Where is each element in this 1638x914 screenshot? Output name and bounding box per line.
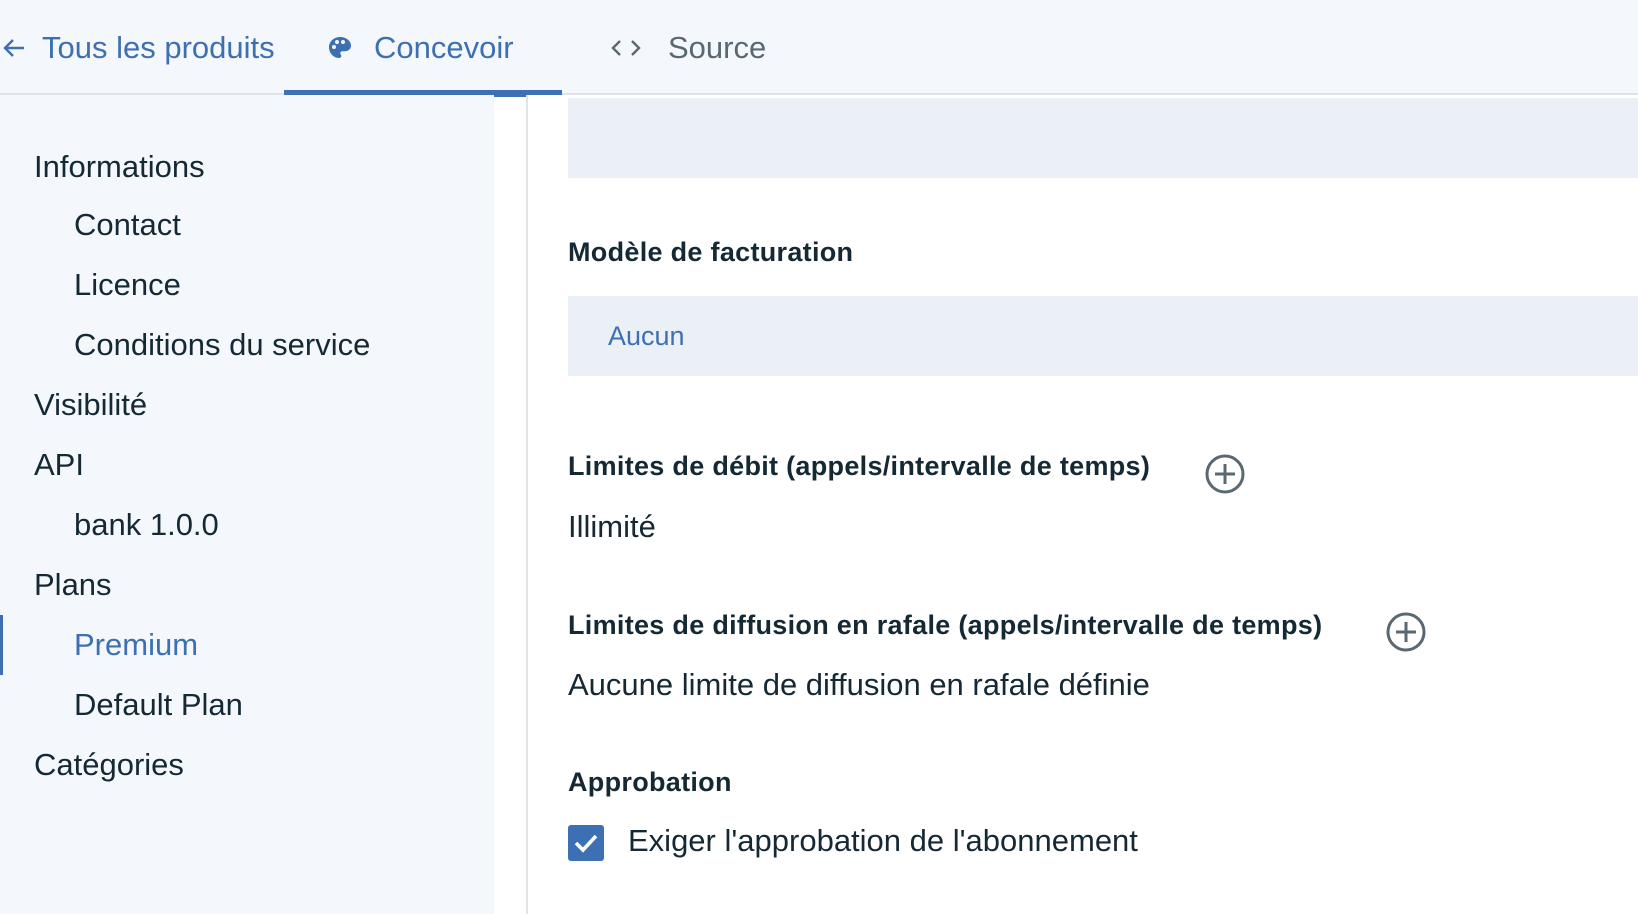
- sidebar-item-label: Default Plan: [74, 687, 243, 722]
- rate-limits-label: Limites de débit (appels/intervalle de t…: [568, 451, 1151, 481]
- back-to-products-label: Tous les produits: [42, 29, 275, 65]
- sidebar-item-label: Premium: [74, 627, 199, 662]
- sidebar-item-informations[interactable]: Informations: [0, 137, 494, 197]
- burst-limits-value: Aucune limite de diffusion en rafale déf…: [568, 667, 1150, 702]
- sidebar-item-contact[interactable]: Contact: [0, 195, 494, 255]
- arrow-left-icon: [0, 38, 28, 58]
- sidebar-item-categories[interactable]: Catégories: [0, 735, 494, 795]
- billing-model-value: Aucun: [608, 320, 685, 351]
- sidebar-item-label: Conditions du service: [74, 327, 371, 362]
- sidebar-item-premium[interactable]: Premium: [0, 615, 494, 675]
- sidebar-item-label: Informations: [34, 149, 205, 184]
- sidebar-item-label: bank 1.0.0: [74, 507, 219, 542]
- approval-checkbox-label[interactable]: Exiger l'approbation de l'abonnement: [628, 823, 1138, 859]
- sidebar-item-terms[interactable]: Conditions du service: [0, 315, 494, 375]
- sidebar-item-licence[interactable]: Licence: [0, 255, 494, 315]
- tab-design[interactable]: Concevoir: [284, 0, 562, 97]
- add-burst-limit-icon[interactable]: [1385, 611, 1427, 653]
- approval-checkbox[interactable]: [568, 825, 604, 861]
- sidebar-item-api[interactable]: API: [0, 435, 494, 495]
- description-field[interactable]: [568, 98, 1638, 178]
- sidebar-item-label: Licence: [74, 267, 181, 302]
- sidebar-item-label: Plans: [34, 567, 112, 602]
- checkmark-icon: [574, 834, 598, 853]
- sidebar-item-visibility[interactable]: Visibilité: [0, 375, 494, 435]
- sidebar-item-plans[interactable]: Plans: [0, 555, 494, 615]
- tab-source[interactable]: Source: [608, 0, 766, 95]
- code-icon: [608, 38, 644, 58]
- sidebar-nav: Informations Contact Licence Conditions …: [0, 95, 494, 914]
- sidebar-item-label: Visibilité: [34, 387, 148, 422]
- sidebar-item-label: Contact: [74, 207, 181, 242]
- rate-limits-value: Illimité: [568, 509, 656, 544]
- tab-source-label: Source: [668, 29, 767, 65]
- tab-design-label: Concevoir: [374, 29, 514, 65]
- top-tab-bar: Tous les produits Concevoir Source: [0, 0, 1638, 97]
- back-to-products-link[interactable]: Tous les produits: [0, 0, 275, 95]
- billing-model-select[interactable]: Aucun: [568, 296, 1638, 376]
- sidebar-item-bank-api[interactable]: bank 1.0.0: [0, 495, 494, 555]
- approval-label: Approbation: [568, 767, 732, 797]
- billing-model-label: Modèle de facturation: [568, 237, 854, 267]
- add-rate-limit-icon[interactable]: [1204, 453, 1246, 495]
- sidebar-item-label: Catégories: [34, 747, 184, 782]
- burst-limits-label: Limites de diffusion en rafale (appels/i…: [568, 610, 1323, 640]
- sidebar-item-default-plan[interactable]: Default Plan: [0, 675, 494, 735]
- palette-icon: [326, 35, 354, 61]
- sidebar-item-label: API: [34, 447, 84, 482]
- plan-editor: Modèle de facturation Aucun Limites de d…: [528, 95, 1638, 914]
